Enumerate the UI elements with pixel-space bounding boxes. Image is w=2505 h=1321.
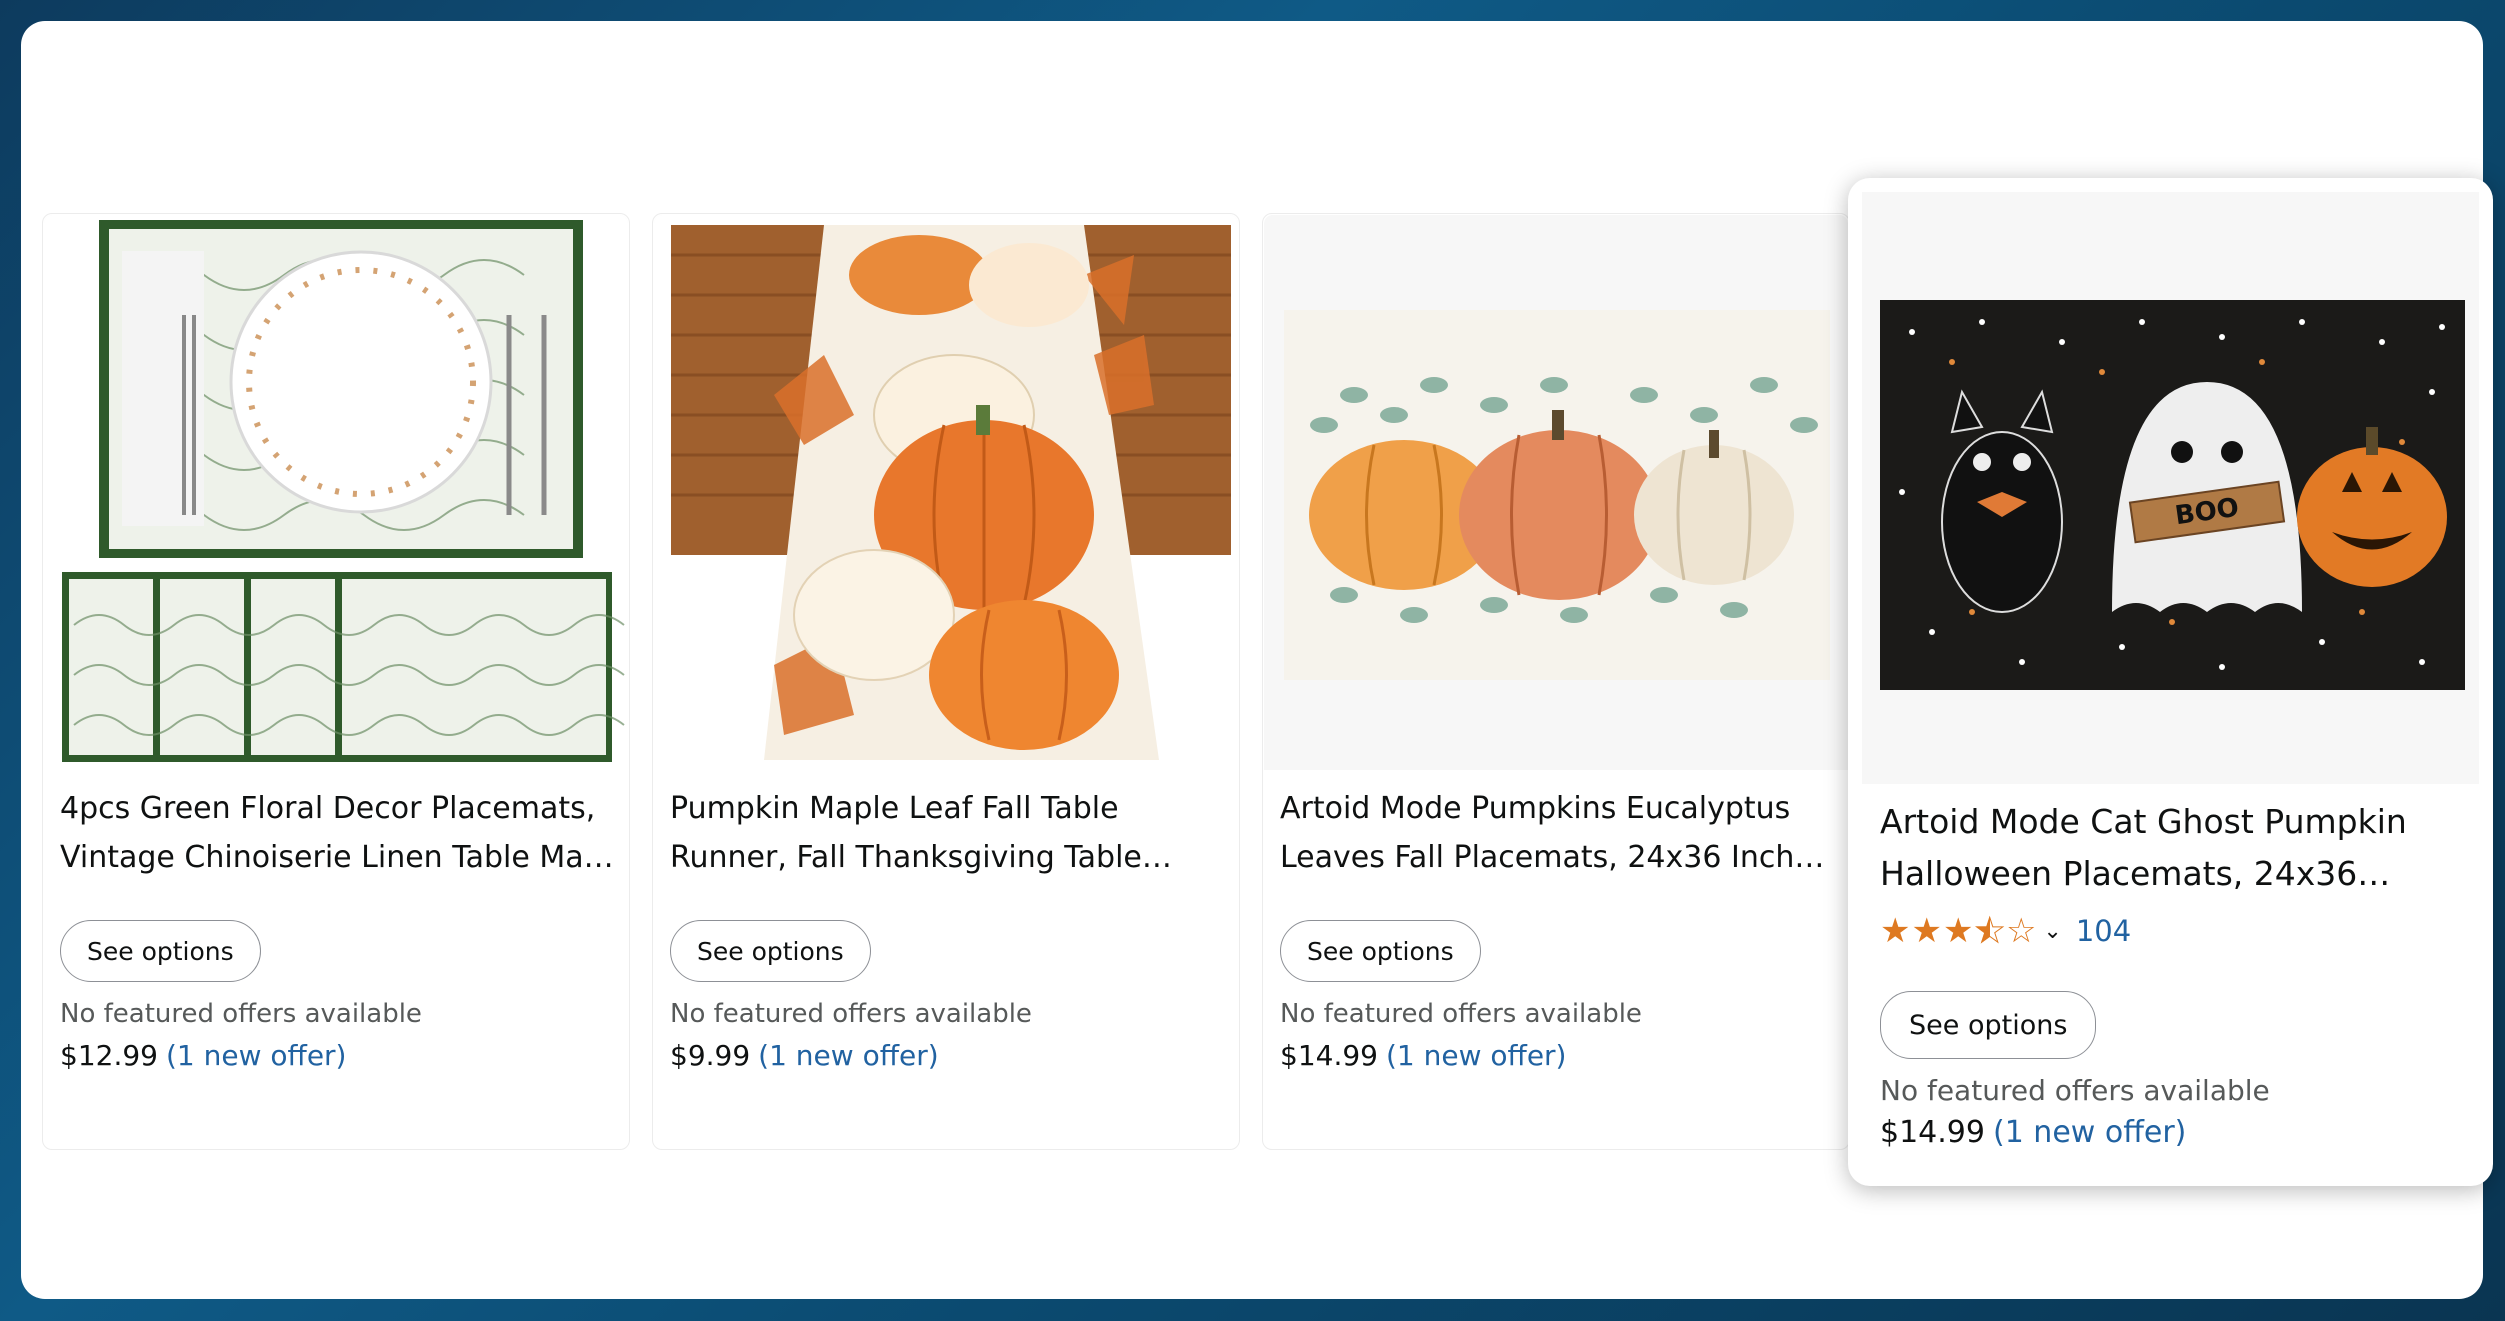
see-options-button[interactable]: See options — [60, 920, 261, 982]
see-options-button[interactable]: See options — [1280, 920, 1481, 982]
new-offer-link[interactable]: (1 new offer) — [1386, 1039, 1567, 1072]
no-featured-offers-text: No featured offers available — [1880, 1074, 2270, 1107]
star-full-icon: ★ — [1942, 911, 1975, 951]
see-options-button[interactable]: See options — [1880, 991, 2097, 1059]
no-featured-offers-text: No featured offers available — [1280, 999, 1642, 1029]
price-row: $12.99 (1 new offer) — [60, 1039, 346, 1072]
see-options-button[interactable]: See options — [670, 920, 871, 982]
price: $12.99 — [60, 1039, 158, 1072]
price-row: $14.99 (1 new offer) — [1880, 1115, 2186, 1150]
product-image-pumpkins-eucalyptus-placemats[interactable] — [1264, 215, 1848, 770]
star-full-icon: ★ — [1911, 911, 1943, 951]
price-row: $9.99 (1 new offer) — [670, 1039, 939, 1072]
product-image-cat-ghost-pumpkin-placemats[interactable]: BOO — [1862, 192, 2479, 784]
rating-row[interactable]: ★★★★☆ ⌄ 104 — [1880, 911, 2131, 952]
product-title[interactable]: Artoid Mode Pumpkins Eucalyptus Leaves F… — [1280, 784, 1835, 882]
chevron-down-icon[interactable]: ⌄ — [2043, 919, 2061, 944]
price: $14.99 — [1880, 1115, 1985, 1150]
product-card-hovered[interactable]: BOO Artoid Mode Cat Ghost Pumpkin Hallow… — [1848, 178, 2493, 1186]
new-offer-link[interactable]: (1 new offer) — [166, 1039, 347, 1072]
price: $9.99 — [670, 1039, 751, 1072]
product-card[interactable]: 4pcs Green Floral Decor Placemats, Vinta… — [42, 213, 630, 1150]
product-title[interactable]: Artoid Mode Cat Ghost Pumpkin Halloween … — [1880, 796, 2469, 900]
star-full-icon: ★ — [1880, 911, 1912, 951]
star-rating[interactable]: ★★★★☆ — [1880, 911, 2038, 952]
new-offer-link[interactable]: (1 new offer) — [758, 1039, 939, 1072]
product-title[interactable]: Pumpkin Maple Leaf Fall Table Runner, Fa… — [670, 784, 1225, 882]
product-image-floral-placemats[interactable] — [44, 215, 628, 770]
new-offer-link[interactable]: (1 new offer) — [1993, 1115, 2186, 1150]
product-card[interactable]: Pumpkin Maple Leaf Fall Table Runner, Fa… — [652, 213, 1240, 1150]
review-count-link[interactable]: 104 — [2076, 914, 2131, 948]
star-empty-icon: ☆ — [2005, 911, 2038, 951]
no-featured-offers-text: No featured offers available — [60, 999, 422, 1029]
results-panel: 4pcs Green Floral Decor Placemats, Vinta… — [21, 21, 2493, 1299]
product-image-pumpkin-table-runner[interactable] — [654, 215, 1238, 770]
no-featured-offers-text: No featured offers available — [670, 999, 1032, 1029]
price-row: $14.99 (1 new offer) — [1280, 1039, 1566, 1072]
product-title[interactable]: 4pcs Green Floral Decor Placemats, Vinta… — [60, 784, 615, 882]
star-half-icon: ★ — [1974, 911, 2006, 952]
product-card[interactable]: Artoid Mode Pumpkins Eucalyptus Leaves F… — [1262, 213, 1850, 1150]
price: $14.99 — [1280, 1039, 1378, 1072]
